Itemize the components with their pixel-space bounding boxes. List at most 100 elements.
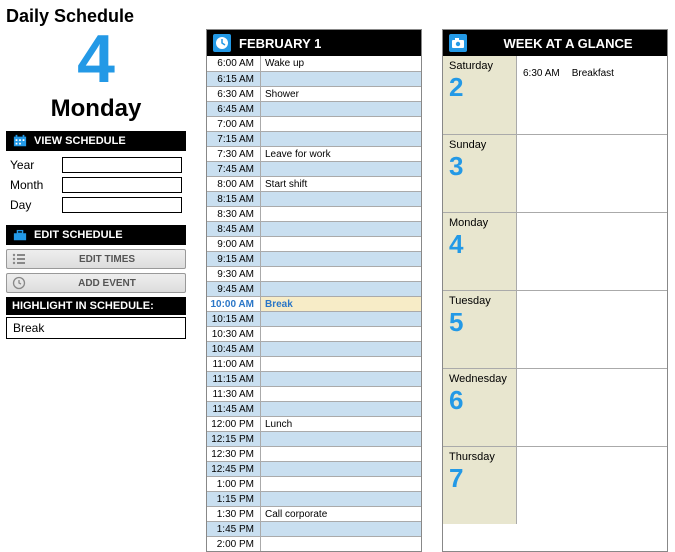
event-cell: Wake up [261,56,421,71]
schedule-row[interactable]: 7:45 AM [207,161,421,176]
schedule-row[interactable]: 6:30 AMShower [207,86,421,101]
time-cell: 1:00 PM [207,477,261,491]
time-cell: 12:30 PM [207,447,261,461]
week-day-name: Thursday [449,451,510,463]
schedule-row[interactable]: 8:00 AMStart shift [207,176,421,191]
schedule-row[interactable]: 8:15 AM [207,191,421,206]
time-cell: 10:00 AM [207,297,261,311]
week-day[interactable]: Saturday26:30 AMBreakfast [443,56,667,134]
week-day[interactable]: Monday 4 [443,212,667,290]
week-day-number: 4 [449,231,510,257]
week-day-name: Tuesday [449,295,510,307]
day-label: Day [10,198,62,212]
schedule-row[interactable]: 11:15 AM [207,371,421,386]
schedule-row[interactable]: 12:00 PMLunch [207,416,421,431]
schedule-row[interactable]: 10:45 AM [207,341,421,356]
schedule-row[interactable]: 1:00 PM [207,476,421,491]
event-cell [261,432,421,446]
time-cell: 9:00 AM [207,237,261,251]
schedule-row[interactable]: 10:30 AM [207,326,421,341]
week-day-number: 2 [449,74,510,100]
week-day-content [517,213,667,290]
edit-schedule-section: EDIT SCHEDULE [6,225,186,245]
schedule-row[interactable]: 2:00 PM [207,536,421,551]
schedule-row[interactable]: 1:15 PM [207,491,421,506]
schedule-row[interactable]: 1:45 PM [207,521,421,536]
month-input[interactable] [62,177,182,193]
week-day-number: 6 [449,387,510,413]
week-day-name: Wednesday [449,373,510,385]
schedule-row[interactable]: 8:30 AM [207,206,421,221]
week-day-name: Sunday [449,139,510,151]
week-event-name: Breakfast [572,68,614,79]
time-cell: 11:15 AM [207,372,261,386]
schedule-row[interactable]: 10:00 AMBreak [207,296,421,311]
clock-outline-icon [11,276,27,290]
edit-times-button[interactable]: EDIT TIMES [6,249,186,269]
time-cell: 6:00 AM [207,56,261,71]
highlight-section: HIGHLIGHT IN SCHEDULE: [6,297,186,315]
week-event-time: 6:30 AM [523,68,560,79]
schedule-row[interactable]: 8:45 AM [207,221,421,236]
week-header: WEEK AT A GLANCE [443,30,667,56]
week-day-content [517,135,667,212]
event-cell [261,387,421,401]
edit-schedule-label: EDIT SCHEDULE [34,229,123,241]
event-cell [261,372,421,386]
event-cell: Leave for work [261,147,421,161]
schedule-row[interactable]: 11:00 AM [207,356,421,371]
schedule-row[interactable]: 6:45 AM [207,101,421,116]
add-event-button[interactable]: ADD EVENT [6,273,186,293]
event-cell: Lunch [261,417,421,431]
week-day[interactable]: Tuesday5 [443,290,667,368]
time-cell: 8:15 AM [207,192,261,206]
schedule-row[interactable]: 1:30 PMCall corporate [207,506,421,521]
year-input[interactable] [62,157,182,173]
time-cell: 2:00 PM [207,537,261,551]
week-day[interactable]: Sunday3 [443,134,667,212]
schedule-row[interactable]: 7:00 AM [207,116,421,131]
event-cell [261,357,421,371]
schedule-row[interactable]: 6:15 AM [207,71,421,86]
event-cell [261,252,421,266]
date-number: 4 [6,25,186,93]
schedule-row[interactable]: 12:45 PM [207,461,421,476]
event-cell [261,537,421,551]
event-cell [261,342,421,356]
event-cell [261,72,421,86]
event-cell [261,492,421,506]
schedule-row[interactable]: 9:15 AM [207,251,421,266]
schedule-row[interactable]: 11:45 AM [207,401,421,416]
week-day-content [517,291,667,368]
time-cell: 11:45 AM [207,402,261,416]
schedule-row[interactable]: 11:30 AM [207,386,421,401]
week-day[interactable]: Wednesday 6 [443,368,667,446]
time-cell: 1:15 PM [207,492,261,506]
schedule-row[interactable]: 7:30 AMLeave for work [207,146,421,161]
event-cell [261,402,421,416]
schedule-row[interactable]: 9:30 AM [207,266,421,281]
schedule-row[interactable]: 7:15 AM [207,131,421,146]
time-cell: 11:00 AM [207,357,261,371]
time-cell: 10:45 AM [207,342,261,356]
week-day[interactable]: Thursday7 [443,446,667,524]
time-cell: 9:30 AM [207,267,261,281]
event-cell [261,477,421,491]
highlight-label: HIGHLIGHT IN SCHEDULE: [12,300,154,312]
time-cell: 12:45 PM [207,462,261,476]
event-cell [261,282,421,296]
time-cell: 6:15 AM [207,72,261,86]
view-schedule-section: VIEW SCHEDULE [6,131,186,151]
schedule-row[interactable]: 9:45 AM [207,281,421,296]
schedule-row[interactable]: 6:00 AMWake up [207,56,421,71]
highlight-value[interactable]: Break [6,317,186,339]
week-day-name: Monday [449,217,510,229]
schedule-row[interactable]: 10:15 AM [207,311,421,326]
schedule-row[interactable]: 12:15 PM [207,431,421,446]
time-cell: 6:45 AM [207,102,261,116]
event-cell [261,237,421,251]
schedule-row[interactable]: 12:30 PM [207,446,421,461]
day-input[interactable] [62,197,182,213]
calendar-icon [12,134,28,148]
schedule-row[interactable]: 9:00 AM [207,236,421,251]
